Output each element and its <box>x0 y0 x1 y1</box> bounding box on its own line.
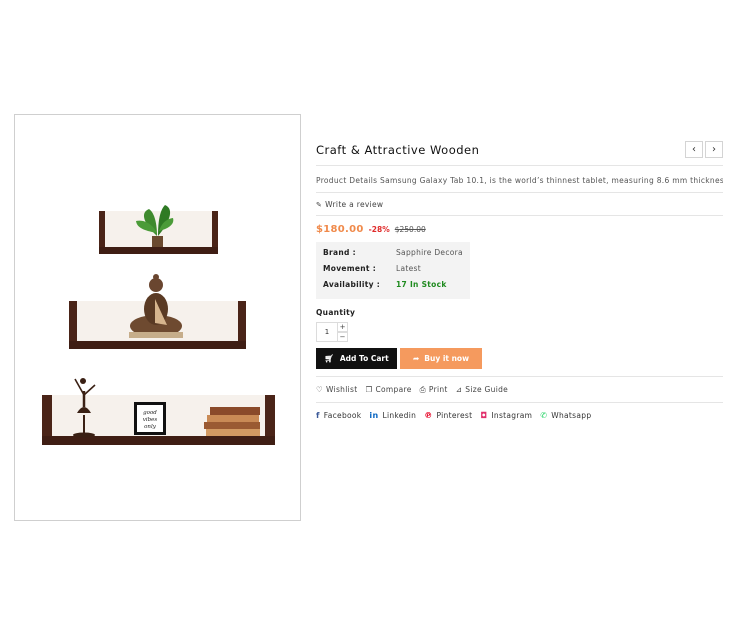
spec-label: Brand : <box>323 248 356 257</box>
compare-label: Compare <box>375 385 412 394</box>
discount-badge: -28% <box>368 225 390 234</box>
quantity-label: Quantity <box>316 308 356 317</box>
quantity-decrease-button[interactable]: − <box>338 332 348 342</box>
add-to-cart-button[interactable]: 🛒︎ Add To Cart <box>316 348 397 369</box>
product-description: Product Details Samsung Galaxy Tab 10.1,… <box>316 176 723 185</box>
divider <box>316 376 723 377</box>
product-image[interactable]: good vibes only <box>14 114 301 521</box>
linkedin-share[interactable]: in Linkedin <box>369 411 416 420</box>
compare-link[interactable]: ❐ Compare <box>365 385 411 395</box>
product-specs: Brand : Sapphire Decora Movement : Lates… <box>316 242 470 299</box>
facebook-share[interactable]: f Facebook <box>316 411 361 420</box>
size-guide-link[interactable]: ⊿ Size Guide <box>456 385 508 395</box>
quantity-input[interactable]: 1 <box>316 322 338 342</box>
spec-row: Brand : Sapphire Decora <box>323 248 463 264</box>
product-links: ♡ Wishlist ❐ Compare ⎙ Print ⊿ Size Guide <box>316 385 723 395</box>
product-info: Craft & Attractive Wooden ‹ › Product De… <box>316 140 723 420</box>
facebook-icon: f <box>316 411 320 420</box>
print-label: Print <box>428 385 448 394</box>
instagram-share[interactable]: ◘ Instagram <box>480 411 532 420</box>
product-title: Craft & Attractive Wooden <box>316 143 480 157</box>
wooden-shelves-illustration: good vibes only <box>42 205 275 445</box>
bottom-shelf: good vibes only <box>42 378 275 445</box>
title-row: Craft & Attractive Wooden ‹ › <box>316 140 723 162</box>
printer-icon: ⎙ <box>419 385 426 394</box>
spec-label: Availability : <box>323 280 381 289</box>
spec-value: Sapphire Decora <box>396 248 463 257</box>
purchase-actions: 🛒︎ Add To Cart ➦ Buy it now <box>316 348 723 369</box>
whatsapp-label: Whatsapp <box>551 411 592 420</box>
divider <box>316 215 723 216</box>
print-link[interactable]: ⎙ Print <box>420 385 448 395</box>
share-arrow-icon: ➦ <box>412 354 420 363</box>
spec-row: Movement : Latest <box>323 264 463 280</box>
svg-text:vibes: vibes <box>143 417 158 423</box>
instagram-icon: ◘ <box>480 411 488 420</box>
top-shelf <box>99 205 218 254</box>
facebook-label: Facebook <box>323 411 362 420</box>
pinterest-share[interactable]: ℗ Pinterest <box>424 411 472 420</box>
cart-icon: 🛒︎ <box>324 354 334 363</box>
old-price: $250.00 <box>394 225 426 234</box>
linkedin-icon: in <box>369 411 379 420</box>
add-to-cart-label: Add To Cart <box>339 354 389 363</box>
pinterest-label: Pinterest <box>436 411 473 420</box>
chevron-right-icon: › <box>712 144 716 155</box>
ruler-icon: ⊿ <box>455 385 463 394</box>
heart-icon: ♡ <box>316 385 324 394</box>
quantity-steps: + − <box>338 322 348 342</box>
write-review-link[interactable]: ✎ Write a review <box>316 200 723 209</box>
svg-text:only: only <box>144 424 157 430</box>
spec-label: Movement : <box>323 264 377 273</box>
chevron-left-icon: ‹ <box>692 144 696 155</box>
pencil-icon: ✎ <box>316 201 323 209</box>
quantity-stepper: 1 + − <box>316 322 723 342</box>
middle-shelf <box>69 274 246 349</box>
stacked-books <box>204 407 260 436</box>
product-nav: ‹ › <box>685 141 723 158</box>
whatsapp-share[interactable]: ✆ Whatsapp <box>540 411 591 420</box>
pinterest-icon: ℗ <box>424 411 433 420</box>
buy-now-button[interactable]: ➦ Buy it now <box>400 348 482 369</box>
compare-icon: ❐ <box>365 385 373 394</box>
current-price: $180.00 <box>316 224 364 235</box>
divider <box>316 402 723 403</box>
write-review-label: Write a review <box>325 200 384 209</box>
quantity-increase-button[interactable]: + <box>338 322 348 332</box>
spec-value: Latest <box>396 264 421 273</box>
wishlist-label: Wishlist <box>326 385 358 394</box>
whatsapp-icon: ✆ <box>540 411 548 420</box>
stock-status: 17 In Stock <box>396 280 447 289</box>
buy-now-label: Buy it now <box>424 354 470 363</box>
divider <box>316 192 723 193</box>
linkedin-label: Linkedin <box>382 411 417 420</box>
prev-product-button[interactable]: ‹ <box>685 141 703 158</box>
wishlist-link[interactable]: ♡ Wishlist <box>316 385 357 395</box>
next-product-button[interactable]: › <box>705 141 723 158</box>
svg-text:good: good <box>143 410 157 416</box>
divider <box>316 165 723 166</box>
social-share: f Facebook in Linkedin ℗ Pinterest ◘ Instagr… <box>316 411 723 420</box>
price-row: $180.00 -28% $250.00 <box>316 224 723 235</box>
quote-frame: good vibes only <box>134 402 166 435</box>
instagram-label: Instagram <box>491 411 533 420</box>
spec-row: Availability : 17 In Stock <box>323 280 463 296</box>
size-guide-label: Size Guide <box>465 385 509 394</box>
